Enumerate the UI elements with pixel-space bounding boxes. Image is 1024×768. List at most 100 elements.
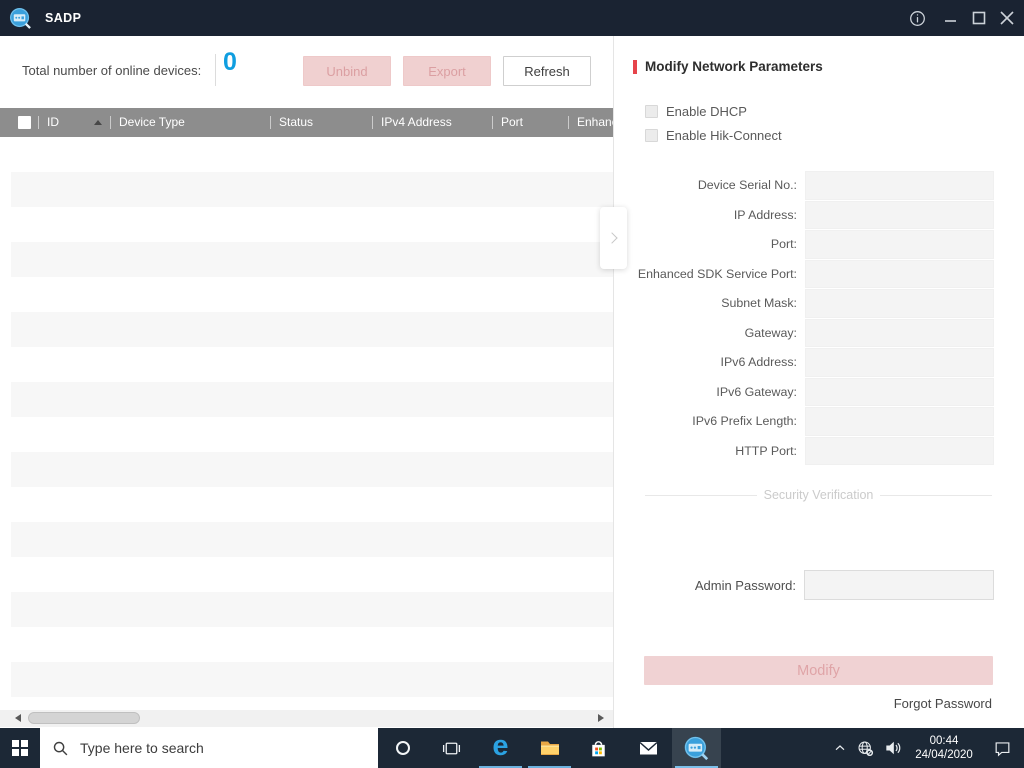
network-status-button[interactable] (852, 728, 878, 768)
enhanced-sdk-port-label: Enhanced SDK Service Port: (637, 266, 797, 281)
column-ipv4[interactable]: IPv4 Address (381, 115, 452, 129)
table-row (0, 487, 613, 522)
table-row (0, 207, 613, 242)
accent-bar (633, 59, 637, 74)
taskbar-search-box[interactable] (40, 728, 378, 768)
ip-address-input[interactable] (805, 200, 994, 229)
sort-asc-icon[interactable] (94, 120, 102, 125)
table-row (11, 172, 613, 207)
table-row (11, 382, 613, 417)
clock-time: 00:44 (929, 735, 959, 747)
close-button[interactable] (992, 0, 1022, 36)
table-row (0, 277, 613, 312)
enhanced-sdk-port-input[interactable] (805, 259, 994, 288)
total-devices-label: Total number of online devices: (22, 63, 202, 78)
microsoft-store-icon (592, 740, 605, 756)
column-separator (372, 116, 373, 129)
modify-button[interactable]: Modify (644, 656, 993, 685)
scrollbar-thumb[interactable] (28, 712, 140, 724)
minimize-button[interactable] (936, 0, 966, 36)
gateway-input[interactable] (805, 318, 994, 347)
action-center-button[interactable] (980, 728, 1024, 768)
table-row (11, 592, 613, 627)
enable-dhcp-checkbox[interactable] (645, 104, 658, 118)
ipv6-gateway-label: IPv6 Gateway: (716, 384, 797, 399)
refresh-button[interactable]: Refresh (503, 56, 591, 86)
taskbar-clock[interactable]: 00:44 24/04/2020 (908, 728, 980, 768)
taskbar-edge-button[interactable]: e (476, 728, 525, 768)
subnet-mask-input[interactable] (805, 289, 994, 318)
table-row (0, 627, 613, 662)
table-row (11, 522, 613, 557)
http-port-input[interactable] (805, 436, 994, 465)
table-row (0, 557, 613, 592)
maximize-button[interactable] (964, 0, 994, 36)
window-title: SADP (45, 11, 82, 25)
admin-password-input[interactable] (804, 570, 994, 600)
clock-date: 24/04/2020 (915, 749, 973, 761)
security-verification-label: Security Verification (763, 488, 874, 502)
taskbar-sadp-button[interactable] (672, 728, 721, 768)
horizontal-scrollbar[interactable] (0, 710, 613, 727)
start-button[interactable] (0, 728, 40, 768)
taskbar-mail-button[interactable] (623, 728, 672, 768)
chevron-up-icon (835, 745, 845, 751)
volume-button[interactable] (878, 728, 908, 768)
windows-logo-icon (11, 739, 29, 757)
device-serial-input[interactable] (805, 171, 994, 200)
panel-checkboxes: Enable DHCP Enable Hik-Connect (645, 99, 782, 147)
count-divider (215, 54, 216, 86)
port-label: Port: (770, 237, 797, 252)
panel-expand-handle[interactable] (600, 207, 627, 269)
column-port[interactable]: Port (501, 115, 523, 129)
cortana-button[interactable] (378, 728, 427, 768)
column-separator (110, 116, 111, 129)
speaker-icon (886, 741, 901, 755)
ipv6-gateway-input[interactable] (805, 377, 994, 406)
tray-expand-button[interactable] (828, 728, 852, 768)
select-all-checkbox[interactable] (18, 116, 31, 129)
export-button[interactable]: Export (403, 56, 491, 86)
column-enhanced-sdk-port[interactable]: Enhanced SDK Service Port (577, 115, 613, 129)
titlebar: SADP (0, 0, 1024, 36)
device-table-body (0, 137, 613, 697)
column-status[interactable]: Status (279, 115, 313, 129)
table-header: ID Device Type Status IPv4 Address Port … (0, 108, 613, 137)
device-serial-label: Device Serial No.: (697, 178, 797, 193)
table-row (0, 137, 613, 172)
panel-title: Modify Network Parameters (645, 59, 823, 74)
scroll-right-arrow-icon[interactable] (598, 714, 604, 722)
table-row (11, 312, 613, 347)
admin-password-row: Admin Password: (625, 570, 994, 600)
info-icon[interactable] (902, 0, 932, 36)
subnet-mask-label: Subnet Mask: (721, 296, 797, 311)
globe-no-internet-icon (857, 740, 873, 756)
port-input[interactable] (805, 230, 994, 259)
column-id[interactable]: ID (47, 115, 59, 129)
windows-taskbar: e (0, 728, 1024, 768)
search-input[interactable] (78, 739, 348, 757)
security-verification-divider: Security Verification (645, 488, 992, 502)
file-explorer-icon (540, 741, 559, 755)
column-device-type[interactable]: Device Type (119, 115, 185, 129)
ip-address-label: IP Address: (733, 207, 797, 222)
task-view-button[interactable] (427, 728, 476, 768)
ipv6-address-input[interactable] (805, 348, 994, 377)
forgot-password-link[interactable]: Forgot Password (894, 696, 992, 711)
taskbar-file-explorer-button[interactable] (525, 728, 574, 768)
cortana-icon (395, 741, 410, 755)
taskbar-store-button[interactable] (574, 728, 623, 768)
network-fields: Device Serial No.: IP Address: Port: Enh… (625, 171, 994, 466)
admin-password-label: Admin Password: (694, 577, 796, 593)
scroll-left-arrow-icon[interactable] (15, 714, 21, 722)
enable-dhcp-label: Enable DHCP (666, 103, 747, 119)
unbind-button[interactable]: Unbind (303, 56, 391, 86)
http-port-label: HTTP Port: (735, 443, 797, 458)
online-device-count: 0 (223, 48, 237, 76)
enable-hik-connect-label: Enable Hik-Connect (666, 127, 782, 143)
device-list-section: Total number of online devices: 0 Unbind… (0, 36, 613, 728)
column-separator (270, 116, 271, 129)
enable-hik-connect-checkbox[interactable] (645, 128, 658, 142)
table-row (11, 242, 613, 277)
ipv6-prefix-input[interactable] (805, 407, 994, 436)
